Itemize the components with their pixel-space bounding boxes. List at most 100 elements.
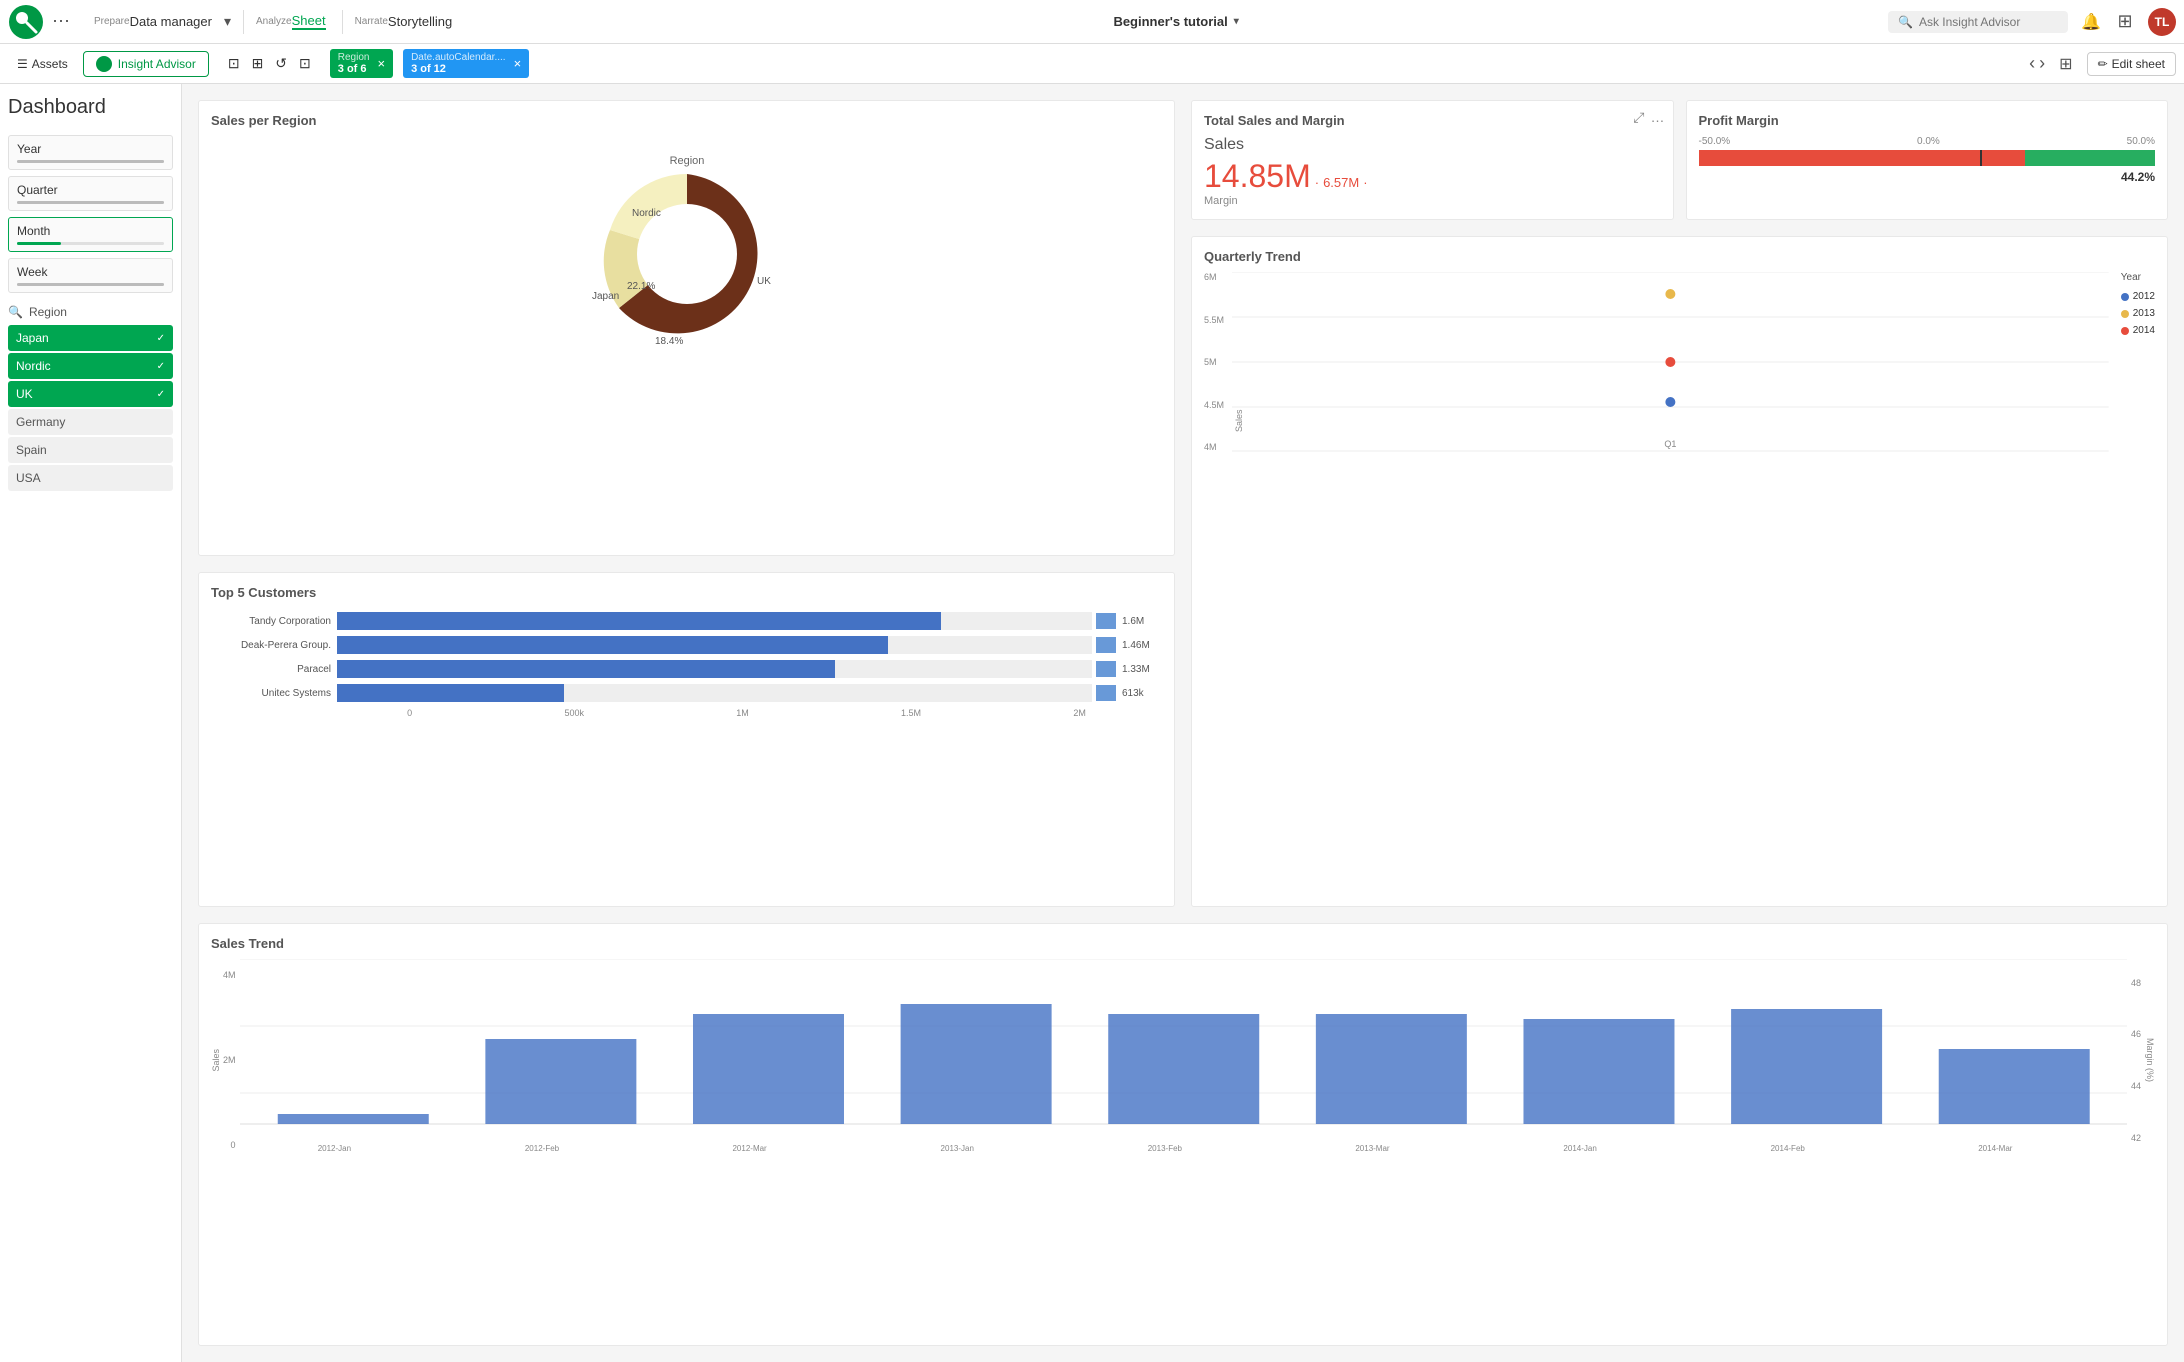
y-left-4m: 4M — [223, 970, 236, 980]
search-region-icon: 🔍 — [8, 305, 23, 319]
quarterly-chart-area: 6M 5.5M 5M 4.5M 4M — [1204, 272, 2155, 455]
search-input[interactable] — [1919, 15, 2058, 29]
svg-text:22.1%: 22.1% — [627, 281, 655, 292]
region-germany-label: Germany — [16, 415, 65, 429]
svg-text:18.4%: 18.4% — [655, 336, 683, 347]
insight-advisor-button[interactable]: Insight Advisor — [83, 51, 209, 77]
bar-fill-unitec — [337, 684, 564, 702]
toolbar-icon-2[interactable]: ⊞ — [247, 50, 269, 77]
grid-layout-icon[interactable]: ⊞ — [2059, 54, 2072, 74]
edit-sheet-button[interactable]: ✏ Edit sheet — [2087, 52, 2176, 76]
bar-row-deak: Deak-Perera Group. 1.46M — [211, 636, 1162, 654]
region-nordic-check-icon: ✓ — [157, 361, 165, 372]
trend-y-left-labels: 4M 2M 0 — [223, 970, 236, 1150]
region-item-uk[interactable]: UK ✓ — [8, 381, 173, 407]
bar-mini-tandy — [1096, 613, 1116, 629]
nav-analyze[interactable]: Analyze Sheet — [248, 13, 334, 30]
legend-label-2012: 2012 — [2133, 291, 2155, 302]
quarterly-legend: Year 2012 2013 2014 — [2113, 272, 2155, 455]
region-item-spain[interactable]: Spain — [8, 437, 173, 463]
donut-chart-svg: Region Nordic Japan UK 18.4% 22.1% 59.5% — [537, 144, 837, 364]
quarterly-svg: Q1 Sales — [1232, 272, 2109, 452]
svg-text:2012-Jan: 2012-Jan — [317, 1144, 350, 1153]
bar-label-tandy: Tandy Corporation — [211, 616, 331, 627]
avatar[interactable]: TL — [2148, 8, 2176, 36]
filter-chip-region-close-icon[interactable]: × — [377, 56, 385, 71]
app-name[interactable]: Beginner's tutorial ▾ — [1113, 14, 1238, 29]
svg-text:2014-Mar: 2014-Mar — [1978, 1144, 2013, 1153]
svg-text:2013-Mar: 2013-Mar — [1355, 1144, 1390, 1153]
region-item-nordic[interactable]: Nordic ✓ — [8, 353, 173, 379]
nav-narrate[interactable]: Narrate Storytelling — [347, 14, 461, 29]
bar-mini-paracel — [1096, 661, 1116, 677]
app-name-chevron-icon: ▾ — [1234, 16, 1239, 27]
svg-text:2013-Jan: 2013-Jan — [940, 1144, 973, 1153]
filter-chip-date-close-icon[interactable]: × — [514, 56, 522, 71]
expand-icon[interactable]: ⤢ — [1633, 109, 1644, 126]
bar-track-paracel — [337, 660, 1092, 678]
profit-bar-track — [1699, 150, 2156, 166]
region-item-germany[interactable]: Germany — [8, 409, 173, 435]
y-right-48: 48 — [2131, 978, 2141, 988]
y-right-46: 46 — [2131, 1029, 2141, 1039]
nav-analyze-main: Sheet — [292, 13, 326, 30]
nav-prepare-dropdown[interactable]: ▾ — [224, 13, 231, 30]
region-item-usa[interactable]: USA — [8, 465, 173, 491]
legend-dot-2012 — [2121, 293, 2129, 301]
region-item-japan[interactable]: Japan ✓ — [8, 325, 173, 351]
assets-button[interactable]: ☰ Assets — [8, 52, 77, 76]
nav-icons: 🔔 ⊞ TL — [2080, 8, 2176, 36]
total-sales-card: ⤢ … Total Sales and Margin Sales 14.85M … — [1191, 100, 1674, 220]
toolbar-icon-3[interactable]: ↺ — [270, 50, 292, 77]
bell-icon[interactable]: 🔔 — [2080, 11, 2102, 33]
total-sales-value: 14.85M — [1204, 158, 1311, 195]
filter-quarter[interactable]: Quarter — [8, 176, 173, 211]
profit-bar-container: -50.0% 0.0% 50.0% 44.2% — [1699, 136, 2156, 184]
prev-sheet-icon[interactable]: ‹ — [2029, 53, 2035, 74]
filter-week-slider[interactable] — [17, 283, 164, 286]
content-area: Sales per Region Region Nordic Japan — [182, 84, 2184, 1362]
filter-week[interactable]: Week — [8, 258, 173, 293]
bar-label-paracel: Paracel — [211, 664, 331, 675]
toolbar-icon-1[interactable]: ⊡ — [223, 50, 245, 77]
filter-chip-date[interactable]: Date.autoCalendar.... 3 of 12 × — [403, 49, 529, 78]
filter-chip-date-count: 3 of 12 — [411, 63, 446, 75]
more-options-icon[interactable]: … — [1651, 109, 1665, 125]
filter-quarter-slider[interactable] — [17, 201, 164, 204]
nav-dots-icon[interactable]: ⋯ — [52, 11, 70, 32]
sales-trend-area: Sales 4M 2M 0 — [211, 959, 2155, 1162]
x-label-1m: 1M — [736, 708, 749, 718]
assets-label: Assets — [32, 57, 68, 71]
filter-year[interactable]: Year — [8, 135, 173, 170]
next-sheet-icon[interactable]: › — [2039, 53, 2045, 74]
bar-mini-deak — [1096, 637, 1116, 653]
filter-year-slider[interactable] — [17, 160, 164, 163]
sales-per-region-card: Sales per Region Region Nordic Japan — [198, 100, 1175, 556]
filter-month-slider[interactable] — [17, 242, 164, 245]
profit-margin-card: Profit Margin -50.0% 0.0% 50.0% 44.2% — [1686, 100, 2169, 220]
apps-grid-icon[interactable]: ⊞ — [2114, 11, 2136, 33]
nav-prepare[interactable]: Prepare Data manager — [86, 14, 220, 29]
quarterly-y-axis: 6M 5.5M 5M 4.5M 4M — [1204, 272, 1228, 452]
toolbar-icon-4[interactable]: ⊡ — [294, 50, 316, 77]
legend-2013: 2013 — [2121, 308, 2155, 319]
nav-narrate-main: Storytelling — [388, 14, 452, 29]
total-sales-dot: · — [1315, 175, 1319, 190]
y-label-45m: 4.5M — [1204, 400, 1224, 410]
search-box[interactable]: 🔍 — [1888, 11, 2068, 33]
svg-text:UK: UK — [757, 276, 771, 287]
qlik-logo[interactable] — [8, 4, 44, 40]
profit-bar-green — [2025, 150, 2155, 166]
nav-separator-2 — [342, 10, 343, 34]
nav-prepare-main: Data manager — [130, 14, 212, 29]
filter-month[interactable]: Month — [8, 217, 173, 252]
svg-text:2012-Mar: 2012-Mar — [732, 1144, 767, 1153]
filter-chip-region-count: 3 of 6 — [338, 63, 367, 75]
bar-value-paracel: 1.33M — [1122, 664, 1162, 675]
legend-2012: 2012 — [2121, 291, 2155, 302]
region-japan-check-icon: ✓ — [157, 333, 165, 344]
legend-2014: 2014 — [2121, 325, 2155, 336]
profit-axis-center: 0.0% — [1917, 136, 1940, 147]
bar-x-axis: 0 500k 1M 1.5M 2M — [211, 708, 1162, 718]
filter-chip-region[interactable]: Region 3 of 6 × — [330, 49, 393, 78]
